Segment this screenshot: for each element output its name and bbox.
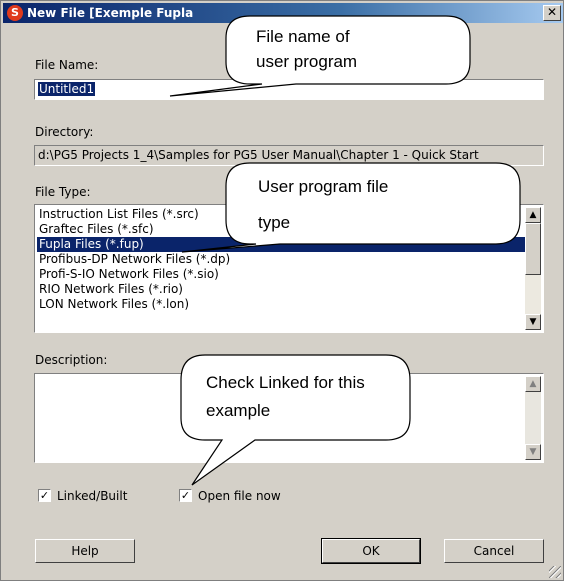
description-label: Description: <box>35 353 108 367</box>
list-item-rio[interactable]: RIO Network Files (*.rio) <box>37 282 527 297</box>
list-item-lon[interactable]: LON Network Files (*.lon) <box>37 297 527 312</box>
arrow-up-icon: ▲ <box>529 379 537 389</box>
file-type-scrollbar[interactable]: ▲ ▼ <box>525 207 541 330</box>
app-logo-icon: S <box>7 5 23 21</box>
ok-button[interactable]: OK <box>321 538 421 564</box>
open-file-now-label[interactable]: Open file now <box>198 489 281 503</box>
list-item-fup[interactable]: Fupla Files (*.fup) <box>37 237 527 252</box>
title-bar[interactable]: S New File [Exemple Fupla ✕ <box>3 3 563 23</box>
file-type-listbox[interactable]: Instruction List Files (*.src) Graftec F… <box>34 204 544 333</box>
checkmark-icon: ✓ <box>180 489 191 502</box>
resize-grip-icon[interactable] <box>549 566 561 578</box>
window-title: New File [Exemple Fupla <box>27 6 194 20</box>
file-name-value: Untitled1 <box>38 82 96 96</box>
arrow-down-icon: ▼ <box>529 317 537 327</box>
directory-field: d:\PG5 Projects 1_4\Samples for PG5 User… <box>34 145 544 166</box>
directory-label: Directory: <box>35 125 94 139</box>
description-scrollbar[interactable]: ▲ ▼ <box>525 376 541 460</box>
open-file-now-checkbox[interactable]: ✓ <box>179 489 192 502</box>
list-item-sio[interactable]: Profi-S-IO Network Files (*.sio) <box>37 267 527 282</box>
file-name-input[interactable]: Untitled1 <box>34 79 544 100</box>
desc-scroll-up-button[interactable]: ▲ <box>525 376 541 392</box>
linked-built-label[interactable]: Linked/Built <box>57 489 127 503</box>
list-item-src[interactable]: Instruction List Files (*.src) <box>37 207 527 222</box>
new-file-dialog: S New File [Exemple Fupla ✕ File Name: U… <box>0 0 564 581</box>
checkmark-icon: ✓ <box>39 489 50 502</box>
file-name-label: File Name: <box>35 58 99 72</box>
directory-value: d:\PG5 Projects 1_4\Samples for PG5 User… <box>38 148 479 162</box>
desc-scroll-down-button[interactable]: ▼ <box>525 444 541 460</box>
linked-built-checkbox[interactable]: ✓ <box>38 489 51 502</box>
cancel-button[interactable]: Cancel <box>444 539 544 563</box>
close-icon: ✕ <box>546 5 558 19</box>
list-item-dp[interactable]: Profibus-DP Network Files (*.dp) <box>37 252 527 267</box>
scroll-thumb[interactable] <box>525 223 541 275</box>
list-item-sfc[interactable]: Graftec Files (*.sfc) <box>37 222 527 237</box>
scroll-up-button[interactable]: ▲ <box>525 207 541 223</box>
scroll-down-button[interactable]: ▼ <box>525 314 541 330</box>
file-type-label: File Type: <box>35 185 91 199</box>
arrow-up-icon: ▲ <box>529 210 537 220</box>
file-type-list: Instruction List Files (*.src) Graftec F… <box>37 207 527 312</box>
close-button[interactable]: ✕ <box>543 5 561 21</box>
arrow-down-icon: ▼ <box>529 447 537 457</box>
help-button[interactable]: Help <box>35 539 135 563</box>
description-textarea[interactable]: ▲ ▼ <box>34 373 544 463</box>
